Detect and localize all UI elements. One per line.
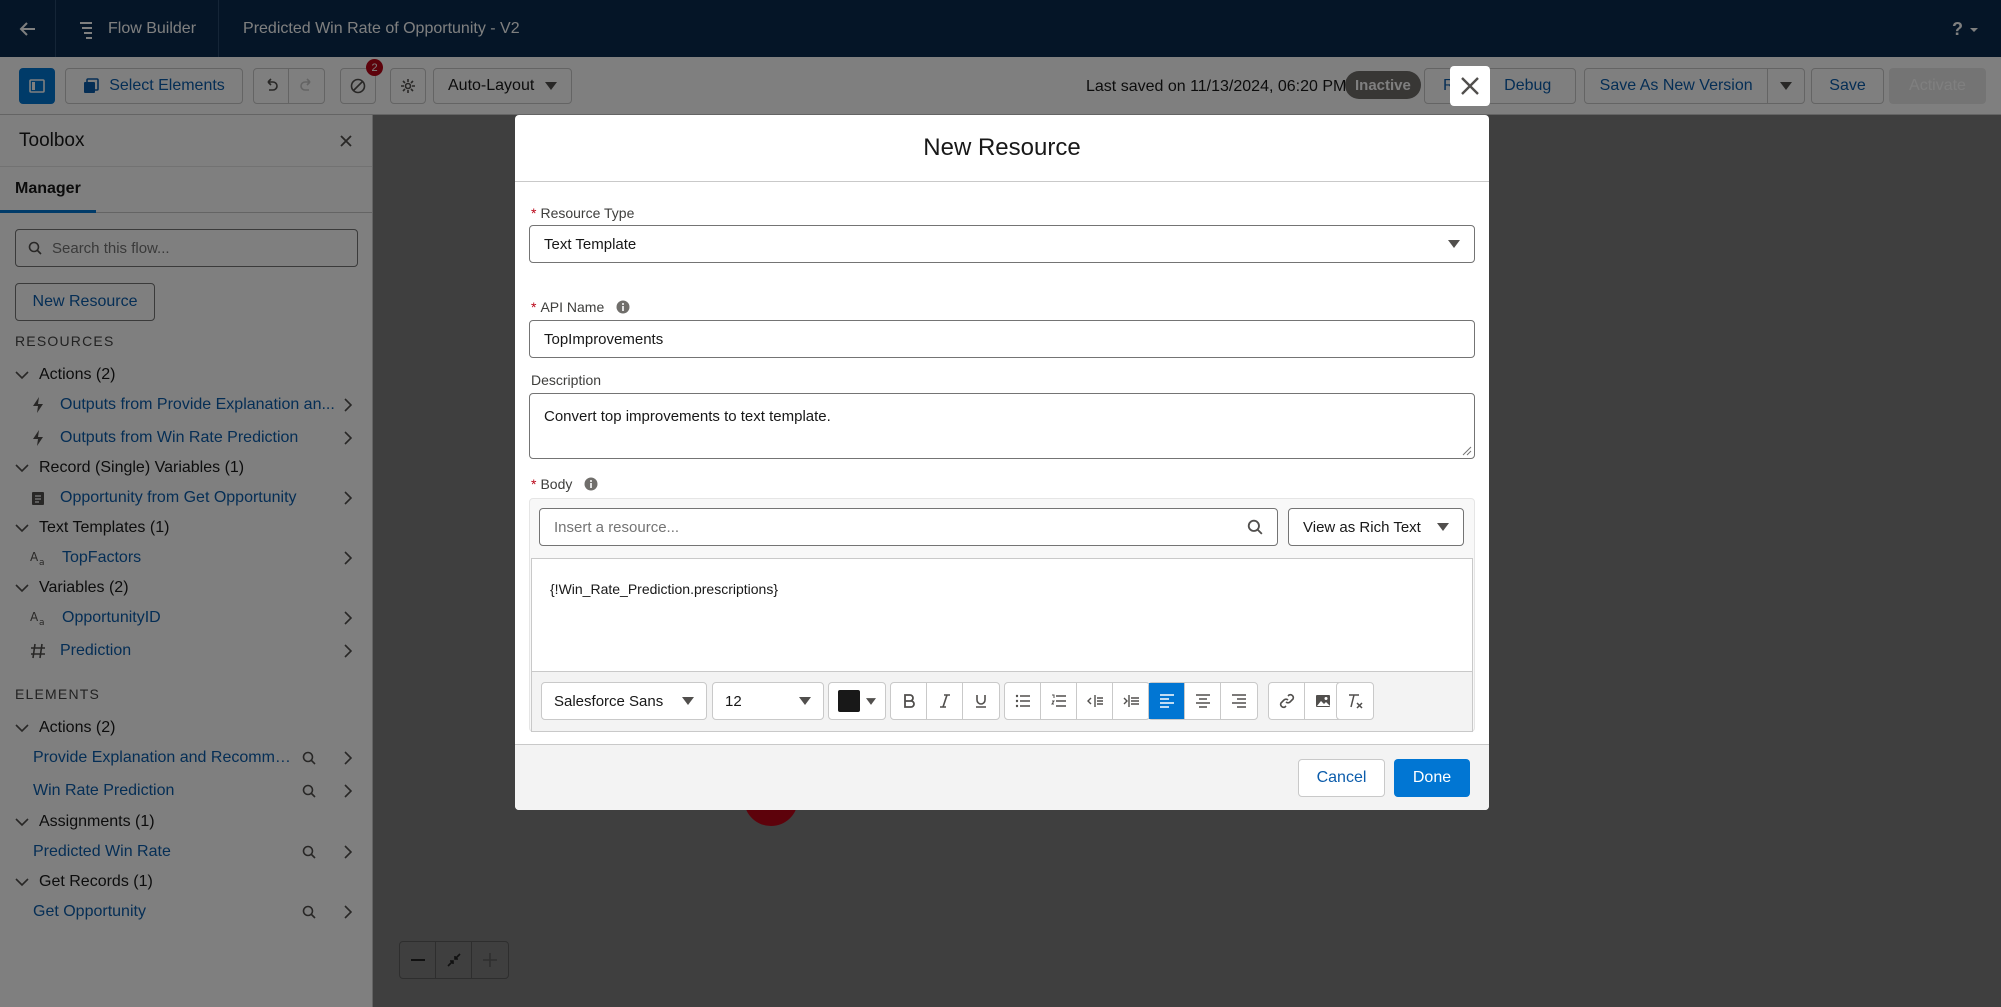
bold-button[interactable] [891, 683, 927, 719]
insert-group [1268, 682, 1342, 720]
align-right-button[interactable] [1221, 683, 1257, 719]
view-mode-value: View as Rich Text [1303, 518, 1421, 536]
modal-title: New Resource [515, 115, 1489, 182]
chevron-down-icon [1437, 523, 1449, 531]
align-center-button[interactable] [1185, 683, 1221, 719]
color-swatch [838, 690, 860, 712]
format-group [890, 682, 1000, 720]
cancel-button[interactable]: Cancel [1298, 759, 1385, 797]
align-right-icon [1232, 694, 1246, 708]
clear-format-icon [1349, 694, 1363, 709]
align-group [1148, 682, 1258, 720]
description-label: Description [531, 372, 602, 388]
done-button[interactable]: Done [1394, 759, 1470, 797]
underline-icon [976, 695, 986, 708]
link-icon [1279, 693, 1294, 709]
font-family-select[interactable]: Salesforce Sans [541, 682, 707, 720]
description-value: Convert top improvements to text templat… [544, 408, 831, 425]
close-icon [1461, 77, 1479, 95]
chevron-down-icon [866, 697, 876, 705]
bullet-list-button[interactable] [1005, 683, 1041, 719]
font-size-select[interactable]: 12 [712, 682, 824, 720]
font-color-picker[interactable] [828, 682, 886, 720]
italic-button[interactable] [927, 683, 963, 719]
body-label: * Body [531, 476, 598, 492]
numbered-list-icon [1050, 694, 1066, 707]
link-button[interactable] [1269, 683, 1305, 719]
align-left-button[interactable] [1149, 683, 1185, 719]
api-name-label: * API Name [531, 299, 630, 315]
rich-text-toolbar: Salesforce Sans 12 [532, 671, 1472, 731]
align-left-icon [1159, 694, 1174, 708]
chevron-down-icon [682, 697, 694, 705]
api-name-input[interactable]: TopImprovements [529, 320, 1475, 358]
info-icon[interactable] [616, 300, 630, 314]
indent-icon [1123, 695, 1139, 707]
resource-type-label: * Resource Type [531, 205, 635, 221]
underline-button[interactable] [963, 683, 999, 719]
resource-type-value: Text Template [544, 235, 637, 253]
font-family-value: Salesforce Sans [554, 692, 664, 710]
resize-handle-icon[interactable] [1462, 446, 1472, 456]
modal-footer: Cancel Done [515, 744, 1489, 810]
align-center-icon [1195, 694, 1210, 708]
modal-close-button[interactable] [1450, 66, 1490, 106]
image-icon [1316, 695, 1330, 707]
rich-text-editor[interactable]: {!Win_Rate_Prediction.prescriptions} Sal… [531, 558, 1473, 732]
insert-resource-input[interactable]: Insert a resource... [539, 508, 1278, 546]
search-icon [1247, 519, 1263, 535]
body-editor: Insert a resource... View as Rich Text {… [529, 498, 1475, 732]
list-group [1004, 682, 1150, 720]
new-resource-modal: New Resource * Resource Type Text Templat… [515, 115, 1489, 810]
bold-icon [903, 694, 915, 708]
indent-button[interactable] [1113, 683, 1149, 719]
view-mode-select[interactable]: View as Rich Text [1288, 508, 1464, 546]
italic-icon [939, 694, 950, 708]
resource-type-select[interactable]: Text Template [529, 225, 1475, 263]
description-textarea[interactable]: Convert top improvements to text templat… [529, 393, 1475, 459]
outdent-icon [1086, 695, 1103, 707]
chevron-down-icon [1448, 240, 1460, 248]
chevron-down-icon [799, 697, 811, 705]
info-icon[interactable] [584, 477, 598, 491]
outdent-button[interactable] [1077, 683, 1113, 719]
body-content: {!Win_Rate_Prediction.prescriptions} [550, 581, 779, 597]
insert-placeholder: Insert a resource... [554, 518, 680, 536]
clear-format-group [1336, 682, 1374, 720]
numbered-list-button[interactable] [1041, 683, 1077, 719]
clear-formatting-button[interactable] [1337, 683, 1373, 719]
font-size-value: 12 [725, 692, 742, 710]
bullet-list-icon [1015, 694, 1030, 708]
